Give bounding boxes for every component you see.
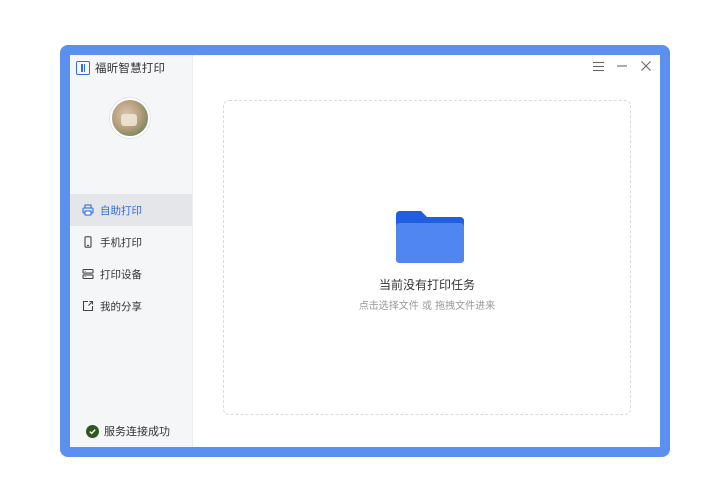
printer-icon (82, 204, 94, 216)
server-icon (82, 268, 94, 280)
avatar[interactable] (110, 98, 150, 138)
sidebar-item-print-devices[interactable]: 打印设备 (70, 258, 192, 290)
sidebar-item-label: 自助打印 (100, 204, 142, 217)
empty-state-hint: 点击选择文件 或 拖拽文件进来 (358, 301, 496, 312)
close-icon[interactable] (638, 58, 654, 74)
menu-icon[interactable] (590, 58, 606, 74)
sidebar-item-my-share[interactable]: 我的分享 (70, 290, 192, 322)
check-circle-icon (86, 424, 99, 438)
connection-status: 服务连接成功 (86, 423, 170, 439)
sidebar-nav: 自助打印 手机打印 打印设备 我的分享 (70, 194, 192, 322)
app-logo-icon (76, 61, 90, 75)
window-controls (590, 58, 654, 74)
minimize-icon[interactable] (614, 58, 630, 74)
sidebar-item-label: 我的分享 (100, 300, 142, 313)
sidebar-item-self-print[interactable]: 自助打印 (70, 194, 192, 226)
empty-state-title: 当前没有打印任务 (378, 278, 475, 292)
sidebar-item-label: 手机打印 (100, 236, 142, 249)
sidebar-item-label: 打印设备 (100, 268, 142, 281)
app-window: 福昕智慧打印 自助打印 手机打印 打印设备 我的分享 服务连接成功 当前没有打印… (70, 55, 660, 447)
share-icon (82, 300, 94, 312)
sidebar-item-mobile-print[interactable]: 手机打印 (70, 226, 192, 258)
app-title: 福昕智慧打印 (95, 61, 166, 75)
phone-icon (82, 236, 94, 248)
file-dropzone[interactable]: 当前没有打印任务 点击选择文件 或 拖拽文件进来 (223, 100, 631, 415)
folder-icon[interactable] (394, 207, 466, 267)
app-brand: 福昕智慧打印 (76, 60, 165, 76)
status-text: 服务连接成功 (104, 425, 170, 438)
sidebar: 福昕智慧打印 自助打印 手机打印 打印设备 我的分享 服务连接成功 (70, 55, 193, 447)
